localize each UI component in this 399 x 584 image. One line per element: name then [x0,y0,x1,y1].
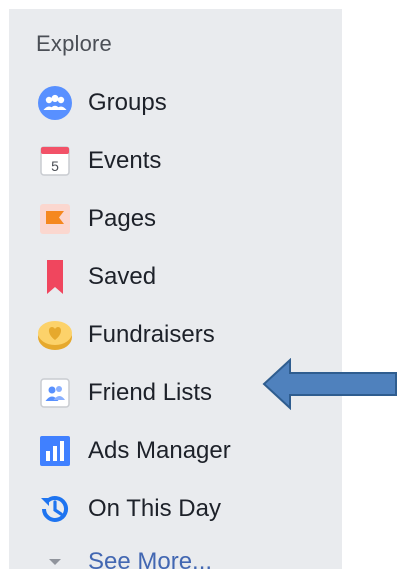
friends-icon [35,373,75,413]
sidebar-item-label: Pages [88,205,157,232]
section-heading: Explore [36,31,112,56]
caret-down-icon [35,542,75,582]
explore-sidebar: Explore Groups 5 Events Pages Saved Fund… [9,9,342,575]
sidebar-item-fundraisers[interactable]: Fundraisers [35,313,330,357]
calendar-day-number: 5 [51,158,59,174]
see-more-link[interactable]: See More... [35,540,330,584]
sidebar-item-label: On This Day [88,495,221,522]
heart-coin-icon [35,315,75,355]
sidebar-item-on-this-day[interactable]: On This Day [35,487,330,531]
sidebar-item-events[interactable]: 5 Events [35,139,330,183]
sidebar-item-saved[interactable]: Saved [35,255,330,299]
sidebar-item-label: Saved [88,263,157,290]
history-clock-icon [35,489,75,529]
sidebar-item-label: Groups [88,89,167,116]
sidebar-item-groups[interactable]: Groups [35,81,330,125]
sidebar-item-ads-manager[interactable]: Ads Manager [35,429,330,473]
sidebar-item-label: Events [88,147,162,174]
sidebar-item-label: Fundraisers [88,321,215,348]
sidebar-item-label: Ads Manager [88,437,231,464]
flag-icon [35,199,75,239]
annotation-arrow-icon [262,358,397,410]
calendar-icon: 5 [35,141,75,181]
groups-icon [35,83,75,123]
sidebar-item-label: Friend Lists [88,379,213,406]
bookmark-icon [35,257,75,297]
see-more-label: See More... [88,548,213,575]
bar-chart-icon [35,431,75,471]
sidebar-item-pages[interactable]: Pages [35,197,330,241]
